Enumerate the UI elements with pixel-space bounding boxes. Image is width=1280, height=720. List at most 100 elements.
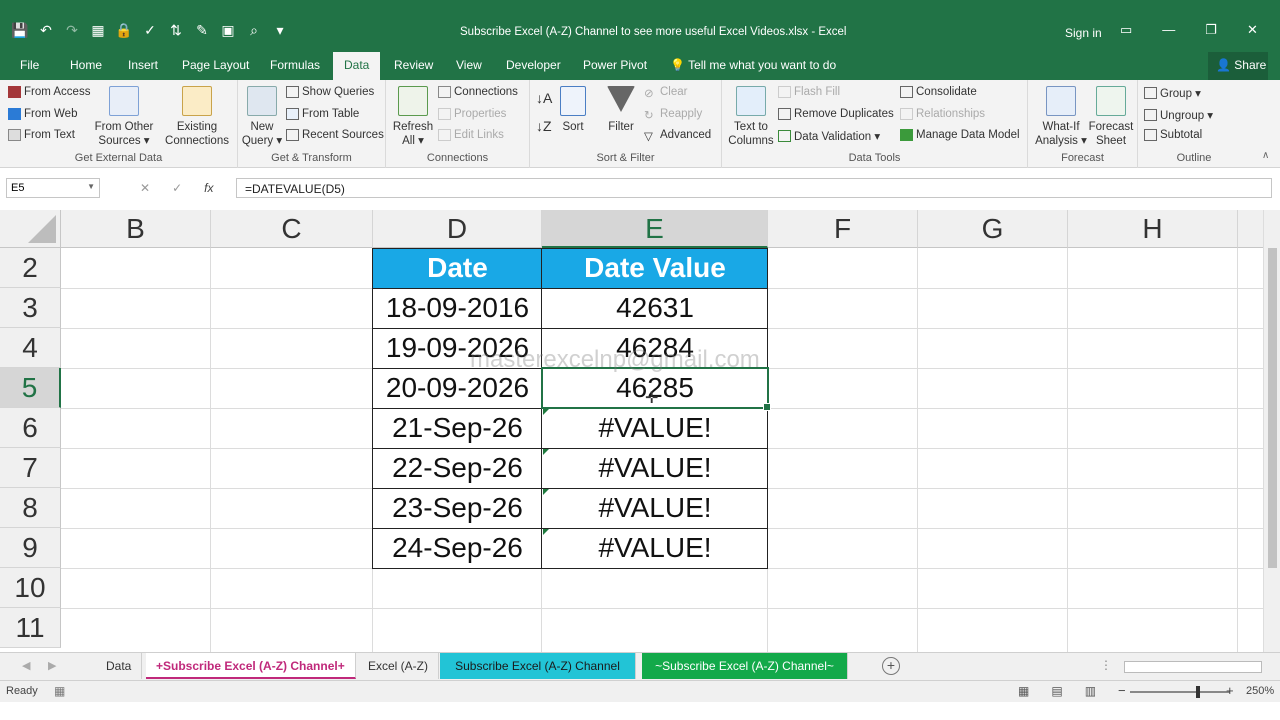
existing-connections-button[interactable]: Existing Connections [160, 86, 234, 148]
minimize-button[interactable]: — [1162, 22, 1175, 38]
row-header-2[interactable]: 2 [0, 248, 61, 288]
column-header-e[interactable]: E [542, 210, 768, 248]
vertical-scrollbar[interactable] [1263, 210, 1280, 652]
cell-e7[interactable]: #VALUE! [542, 448, 768, 488]
zoom-slider[interactable] [1130, 691, 1230, 693]
worksheet-grid[interactable]: B C D E F G H 2 3 4 5 6 7 8 9 10 11 Date… [0, 210, 1263, 652]
tab-developer[interactable]: Developer [506, 58, 561, 72]
show-queries-button[interactable]: Show Queries [286, 86, 374, 98]
group-button[interactable]: Group ▾ [1144, 86, 1201, 100]
ribbon-display-icon[interactable]: ▭ [1120, 22, 1132, 38]
formula-input[interactable]: =DATEVALUE(D5) [236, 178, 1272, 198]
error-indicator-icon[interactable] [543, 489, 549, 495]
row-header-6[interactable]: 6 [0, 408, 61, 448]
enter-icon[interactable]: ✓ [172, 181, 182, 195]
cell-e9[interactable]: #VALUE! [542, 528, 768, 568]
sort-az-icon[interactable]: ↓A [536, 90, 552, 106]
zoom-level[interactable]: 250% [1246, 685, 1274, 697]
sort-za-icon[interactable]: ↓Z [536, 118, 552, 134]
consolidate-button[interactable]: Consolidate [900, 86, 977, 98]
add-sheet-button[interactable]: + [882, 657, 900, 675]
page-break-view-icon[interactable]: ▥ [1085, 684, 1096, 698]
relationships-button[interactable]: Relationships [900, 108, 985, 120]
tab-view[interactable]: View [456, 58, 482, 72]
data-validation-button[interactable]: Data Validation ▾ [778, 129, 880, 143]
column-header-h[interactable]: H [1068, 210, 1238, 248]
sign-in-link[interactable]: Sign in [1065, 26, 1102, 40]
flash-fill-button[interactable]: Flash Fill [778, 86, 840, 98]
row-header-10[interactable]: 10 [0, 568, 61, 608]
cell-d9[interactable]: 24-Sep-26 [373, 528, 542, 568]
table-icon[interactable]: ▦ [88, 20, 108, 40]
cell-e2[interactable]: Date Value [542, 248, 768, 288]
macro-record-icon[interactable]: ▦ [54, 684, 65, 698]
tab-page-layout[interactable]: Page Layout [182, 58, 249, 72]
tab-file[interactable]: File [20, 58, 39, 72]
error-indicator-icon[interactable] [543, 409, 549, 415]
remove-duplicates-button[interactable]: Remove Duplicates [778, 108, 894, 120]
tab-power-pivot[interactable]: Power Pivot [583, 58, 647, 72]
connections-button[interactable]: Connections [438, 86, 518, 98]
what-if-analysis-button[interactable]: What-If Analysis ▾ [1034, 86, 1088, 148]
sheet-tab-subscribe-cyan[interactable]: Subscribe Excel (A-Z) Channel [440, 653, 636, 679]
row-header-9[interactable]: 9 [0, 528, 61, 568]
filter-button[interactable]: Filter [604, 86, 638, 134]
name-box[interactable]: E5 ▼ [6, 178, 100, 198]
print-preview-icon[interactable]: ⌕ [244, 20, 264, 40]
cancel-icon[interactable]: ✕ [140, 181, 150, 195]
tab-formulas[interactable]: Formulas [270, 58, 320, 72]
zoom-in-button[interactable]: + [1226, 683, 1234, 698]
page-layout-view-icon[interactable]: ▤ [1051, 684, 1062, 698]
sort-icon[interactable]: ⇅ [166, 20, 186, 40]
zoom-out-button[interactable]: − [1118, 683, 1126, 698]
column-header-f[interactable]: F [768, 210, 918, 248]
horizontal-scrollbar[interactable] [1124, 661, 1262, 673]
vertical-scroll-thumb[interactable] [1268, 248, 1277, 568]
camera-icon[interactable]: ▣ [218, 20, 238, 40]
close-button[interactable]: ✕ [1247, 22, 1258, 38]
cell-d2[interactable]: Date [373, 248, 542, 288]
refresh-all-button[interactable]: Refresh All ▾ [390, 86, 436, 148]
spell-check-icon[interactable]: ✓ [140, 20, 160, 40]
error-indicator-icon[interactable] [543, 529, 549, 535]
ungroup-button[interactable]: Ungroup ▾ [1144, 108, 1213, 122]
cell-e3[interactable]: 42631 [542, 288, 768, 328]
normal-view-icon[interactable]: ▦ [1018, 684, 1029, 698]
redo-icon[interactable]: ↷ [62, 20, 82, 40]
subtotal-button[interactable]: Subtotal [1144, 129, 1202, 141]
cell-d7[interactable]: 22-Sep-26 [373, 448, 542, 488]
sheet-tab-excel-az[interactable]: Excel (A-Z) [358, 653, 439, 679]
from-text-button[interactable]: From Text [8, 129, 75, 141]
tab-review[interactable]: Review [394, 58, 433, 72]
tab-home[interactable]: Home [70, 58, 102, 72]
cell-d3[interactable]: 18-09-2016 [373, 288, 542, 328]
cell-d8[interactable]: 23-Sep-26 [373, 488, 542, 528]
row-header-11[interactable]: 11 [0, 608, 61, 648]
recent-sources-button[interactable]: Recent Sources [286, 129, 384, 141]
select-all-corner[interactable] [0, 210, 61, 248]
column-header-g[interactable]: G [918, 210, 1068, 248]
lock-icon[interactable]: 🔒 [114, 20, 134, 40]
zoom-slider-knob[interactable] [1196, 686, 1200, 698]
row-header-5[interactable]: 5 [0, 368, 61, 408]
from-access-button[interactable]: From Access [8, 86, 90, 98]
undo-icon[interactable]: ↶ [36, 20, 56, 40]
clear-button[interactable]: ⊘ Clear [644, 86, 687, 100]
name-box-dropdown-icon[interactable]: ▼ [87, 182, 95, 191]
manage-data-model-button[interactable]: Manage Data Model [900, 129, 1020, 141]
next-sheet-icon[interactable]: ▶ [48, 659, 56, 672]
advanced-button[interactable]: ▽ Advanced [644, 129, 711, 143]
reapply-button[interactable]: ↻ Reapply [644, 108, 702, 122]
column-header-b[interactable]: B [61, 210, 211, 248]
from-table-button[interactable]: From Table [286, 108, 359, 120]
row-header-7[interactable]: 7 [0, 448, 61, 488]
row-header-4[interactable]: 4 [0, 328, 61, 368]
sort-button[interactable]: Sort [558, 86, 588, 134]
edit-links-button[interactable]: Edit Links [438, 129, 504, 141]
insert-function-icon[interactable]: fx [204, 181, 213, 195]
cell-e6[interactable]: #VALUE! [542, 408, 768, 448]
sheet-tab-subscribe-green[interactable]: ~Subscribe Excel (A-Z) Channel~ [642, 653, 848, 679]
column-header-c[interactable]: C [211, 210, 373, 248]
tab-insert[interactable]: Insert [128, 58, 158, 72]
cell-d6[interactable]: 21-Sep-26 [373, 408, 542, 448]
